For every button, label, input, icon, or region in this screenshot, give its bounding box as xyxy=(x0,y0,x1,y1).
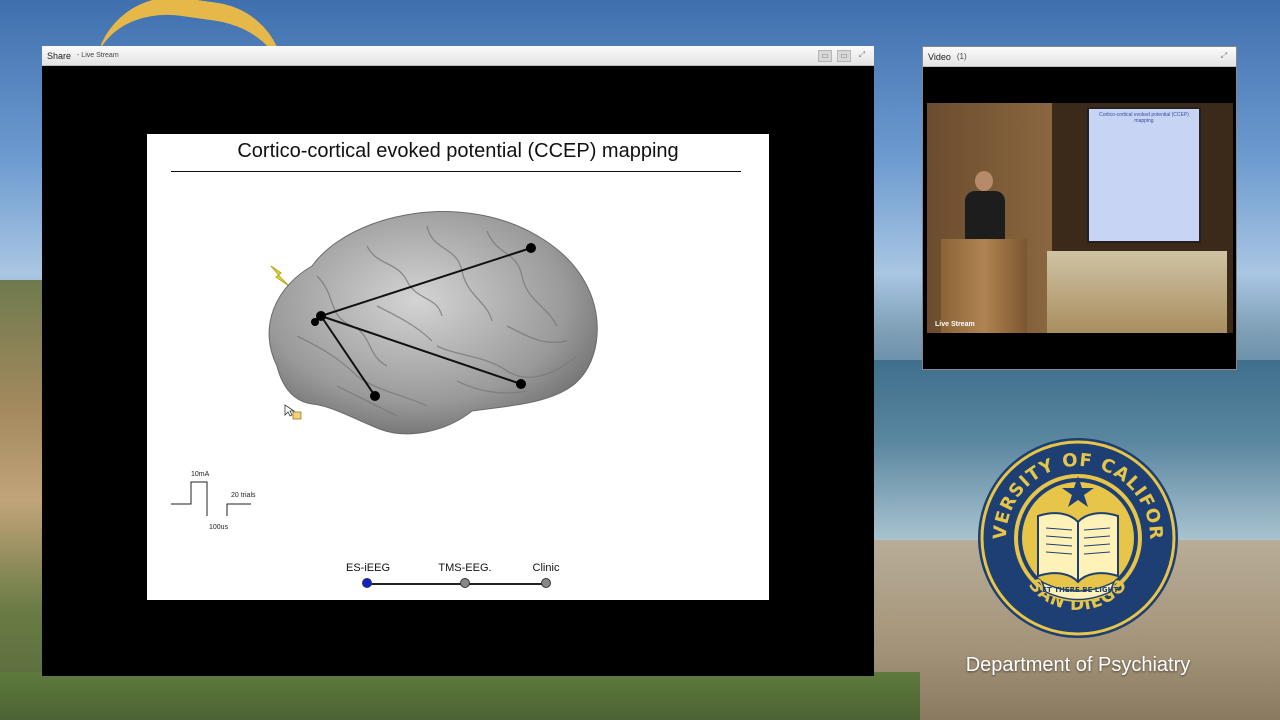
timeline-dot-es-ieeg xyxy=(362,578,372,588)
ucsd-seal-logo: UNIVERSITY OF CALIFORNIA SAN DIEGO LET T… xyxy=(976,436,1178,638)
video-panel: Video (1) ⤢ Cortico-cortical evoked pote… xyxy=(922,46,1237,370)
desk xyxy=(1047,251,1227,333)
electrode-right xyxy=(516,379,526,389)
live-stream-label: Live Stream xyxy=(935,321,975,328)
timeline-label-tms-eeg: TMS-EEG. xyxy=(438,562,492,574)
projector-screen: Cortico-cortical evoked potential (CCEP)… xyxy=(1087,107,1201,243)
window-icon[interactable]: ▭ xyxy=(837,50,851,62)
stimulus-pulse-diagram: 10mA 20 trials 100us xyxy=(171,466,261,531)
mouse-cursor-icon xyxy=(284,404,302,420)
share-title: Share xyxy=(47,50,72,61)
department-name: Department of Psychiatry xyxy=(965,654,1191,676)
pulse-amplitude-label: 10mA xyxy=(191,471,210,478)
electrode-stim-2 xyxy=(311,318,319,326)
brain-diagram xyxy=(268,211,598,435)
share-titlebar[interactable]: Share - Live Stream ▭ ▭ ⤢ xyxy=(42,46,874,66)
presentation-slide: Cortico-cortical evoked potential (CCEP)… xyxy=(147,134,769,600)
timeline-dot-clinic xyxy=(541,578,551,588)
video-feed[interactable]: Cortico-cortical evoked potential (CCEP)… xyxy=(927,103,1233,333)
seal-motto: LET THERE BE LIGHT xyxy=(1038,586,1119,594)
pulse-trials-label: 20 trials xyxy=(231,492,256,499)
speaker-head xyxy=(975,171,993,191)
timeline-dot-tms-eeg xyxy=(460,578,470,588)
timeline-label-clinic: Clinic xyxy=(532,562,560,574)
podium xyxy=(941,239,1027,333)
timeline-label-es-ieeg: ES-iEEG xyxy=(345,562,391,574)
method-timeline: ES-iEEG TMS-EEG. Clinic xyxy=(345,562,565,592)
electrode-top xyxy=(526,243,536,253)
electrode-bottom xyxy=(370,391,380,401)
share-subtitle: - Live Stream xyxy=(77,52,119,59)
speaker-body xyxy=(965,191,1005,241)
share-panel: Share - Live Stream ▭ ▭ ⤢ Cortico-cortic… xyxy=(42,46,874,676)
video-title: Video xyxy=(928,51,951,62)
background-hill xyxy=(0,672,920,720)
title-underline xyxy=(171,171,741,172)
video-count: (1) xyxy=(956,52,967,61)
timeline-line xyxy=(367,583,549,585)
expand-icon[interactable]: ⤢ xyxy=(856,50,868,60)
projector-screen-title: Cortico-cortical evoked potential (CCEP)… xyxy=(1099,112,1189,124)
pulse-duration-label: 100us xyxy=(209,524,229,531)
expand-icon[interactable]: ⤢ xyxy=(1218,51,1230,61)
layout-icon[interactable]: ▭ xyxy=(818,50,832,62)
video-titlebar[interactable]: Video (1) ⤢ xyxy=(923,47,1236,67)
slide-title: Cortico-cortical evoked potential (CCEP)… xyxy=(237,140,679,162)
